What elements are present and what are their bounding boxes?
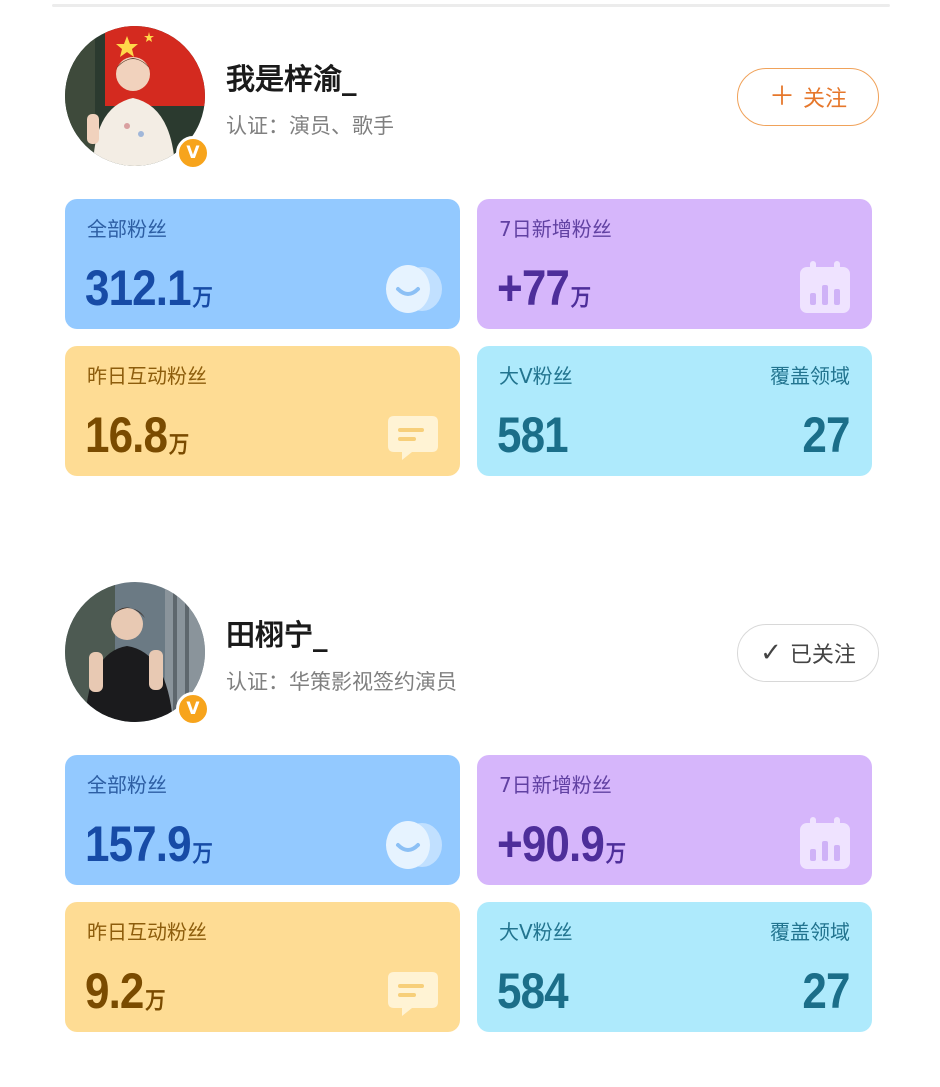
checkmark-icon: ✓	[760, 638, 782, 668]
message-bubble-icon	[388, 972, 438, 1016]
calendar-chart-icon	[800, 817, 850, 869]
stat-card-total-fans[interactable]: 全部粉丝 157.9万	[65, 755, 460, 885]
stat-card-new-fans-7d[interactable]: 7日新增粉丝 +77万	[477, 199, 872, 329]
stat-label: 大V粉丝	[499, 920, 573, 944]
verified-badge-icon: V	[176, 692, 210, 726]
coverage-value: 27	[802, 407, 851, 463]
follow-button-label: 已关注	[789, 643, 856, 668]
stat-label: 7日新增粉丝	[499, 773, 612, 797]
stat-value: +90.9万	[497, 816, 626, 872]
certification-text: 认证：华策影视签约演员	[226, 670, 457, 694]
stat-value: 9.2万	[85, 963, 166, 1019]
stat-value: 581	[497, 407, 569, 463]
follow-button[interactable]: ＋ 关注	[737, 68, 879, 126]
stat-value: 16.8万	[85, 407, 189, 463]
stat-value: +77万	[497, 260, 591, 316]
stat-card-bigv-fans[interactable]: 大V粉丝 覆盖领域 581 27	[477, 346, 872, 476]
stat-card-bigv-fans[interactable]: 大V粉丝 覆盖领域 584 27	[477, 902, 872, 1032]
profile-card-2: V 田栩宁_ 认证：华策影视签约演员 ✓ 已关注 全部粉丝 157.9万 7日新…	[0, 556, 940, 1056]
stat-value: 312.1万	[85, 260, 213, 316]
profile-card-1: V 我是梓渝_ 认证：演员、歌手 ＋ 关注 全部粉丝 312.1万 7日新增粉丝…	[0, 0, 940, 500]
stat-label: 昨日互动粉丝	[87, 364, 207, 388]
stat-label: 昨日互动粉丝	[87, 920, 207, 944]
certification-text: 认证：演员、歌手	[226, 114, 394, 138]
stat-card-total-fans[interactable]: 全部粉丝 312.1万	[65, 199, 460, 329]
coverage-label: 覆盖领域	[770, 920, 850, 944]
smiley-chat-icon	[386, 265, 442, 313]
stat-label: 大V粉丝	[499, 364, 573, 388]
smiley-chat-icon	[386, 821, 442, 869]
stat-label: 全部粉丝	[87, 773, 167, 797]
coverage-value: 27	[802, 963, 851, 1019]
stat-value: 157.9万	[85, 816, 213, 872]
user-name[interactable]: 田栩宁_	[226, 612, 328, 654]
message-bubble-icon	[388, 416, 438, 460]
stat-label: 全部粉丝	[87, 217, 167, 241]
coverage-label: 覆盖领域	[770, 364, 850, 388]
stat-label: 7日新增粉丝	[499, 217, 612, 241]
user-name[interactable]: 我是梓渝_	[226, 56, 357, 98]
follow-button-label: 关注	[803, 87, 848, 112]
following-button[interactable]: ✓ 已关注	[737, 624, 879, 682]
calendar-chart-icon	[800, 261, 850, 313]
stat-card-new-fans-7d[interactable]: 7日新增粉丝 +90.9万	[477, 755, 872, 885]
stat-value: 584	[497, 963, 569, 1019]
verified-badge-icon: V	[176, 136, 210, 170]
stat-card-interactive-fans[interactable]: 昨日互动粉丝 9.2万	[65, 902, 460, 1032]
stat-card-interactive-fans[interactable]: 昨日互动粉丝 16.8万	[65, 346, 460, 476]
plus-icon: ＋	[768, 82, 795, 112]
